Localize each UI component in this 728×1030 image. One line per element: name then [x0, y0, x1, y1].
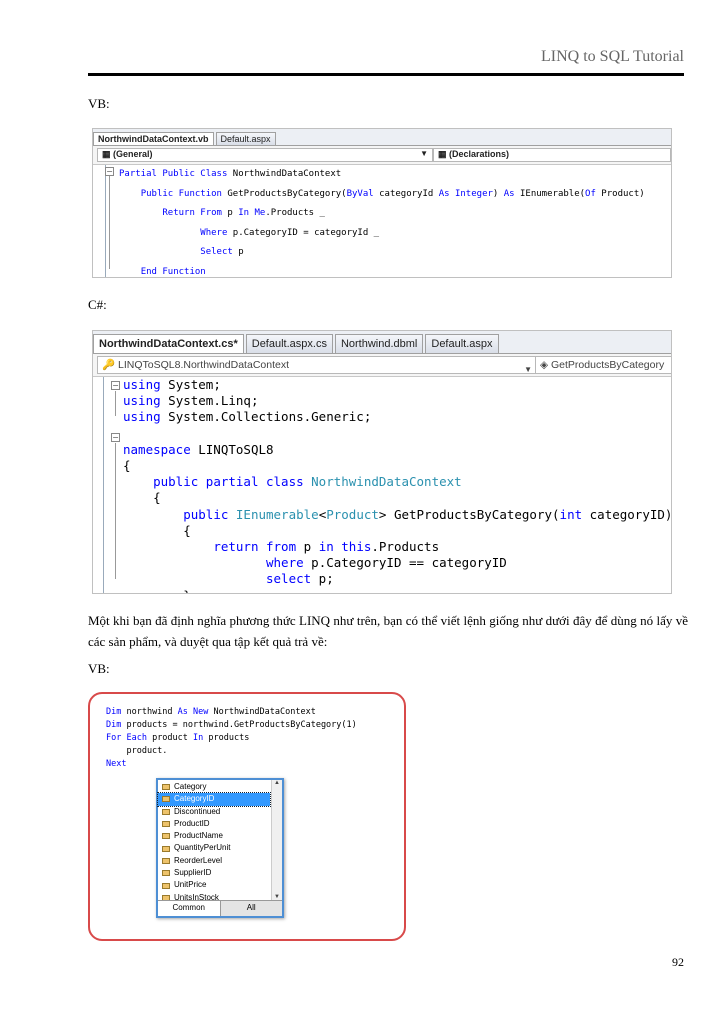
tab-default-aspx[interactable]: Default.aspx	[215, 132, 276, 145]
header-rule	[88, 73, 684, 76]
member-item[interactable]: UnitPrice	[158, 879, 270, 891]
member-item[interactable]: SupplierID	[158, 867, 270, 879]
general-combo-label: (General)	[113, 149, 153, 159]
cs-line-12: select p;	[266, 571, 334, 587]
declarations-combo-label: (Declarations)	[449, 149, 510, 159]
vb-line-4: Where p.CategoryID = categoryId _	[200, 227, 380, 238]
property-icon	[162, 870, 170, 877]
cs-collapse-using-icon[interactable]: −	[111, 381, 120, 390]
cs-line-4: namespace LINQToSQL8	[123, 441, 274, 457]
cs-line-2: using System.Linq;	[123, 393, 259, 409]
tab-common[interactable]: Common	[158, 901, 221, 916]
chevron-down-icon: ▼	[420, 149, 428, 158]
vb-line-3: Return From p In Me.Products _	[162, 208, 325, 218]
scroll-up-icon[interactable]: ▲	[272, 780, 282, 786]
general-combo[interactable]: ▦ (General) ▼	[97, 148, 433, 162]
vb2-line-5: Next	[106, 759, 127, 769]
vb-line-6: End Function	[140, 266, 206, 277]
cs-line-5: {	[123, 458, 131, 474]
vb-tab-strip: NorthwindDataContext.vb Default.aspx	[93, 129, 671, 146]
body-paragraph: Một khi bạn đã định nghĩa phương thức LI…	[88, 613, 688, 649]
vb-nav-bar: ▦ (General) ▼ ▦ (Declarations)	[93, 146, 671, 165]
popup-scrollbar[interactable]: ▲ ▼	[271, 780, 282, 900]
tab-northwinddatacontext-cs[interactable]: NorthwindDataContext.cs*	[93, 334, 244, 353]
vb-outline-line	[109, 171, 110, 269]
vb2-line-2: Dim products = northwind.GetProductsByCa…	[106, 720, 357, 730]
property-icon	[162, 845, 170, 852]
property-icon	[162, 808, 170, 815]
cs-collapse-namespace-icon[interactable]: −	[111, 433, 120, 442]
member-list: Category CategoryID Discontinued Product…	[157, 780, 271, 904]
tab-northwinddatacontext-vb[interactable]: NorthwindDataContext.vb	[93, 132, 214, 145]
vb-line-1: Partial Public Class NorthwindDataContex…	[119, 169, 342, 179]
declarations-combo-icon: ▦	[438, 149, 450, 159]
property-icon	[162, 857, 170, 864]
class-combo-icon: 🔑	[102, 359, 118, 371]
member-item[interactable]: Category	[158, 781, 270, 793]
cs-editor-screenshot: NorthwindDataContext.cs* Default.aspx.cs…	[92, 330, 672, 594]
member-item[interactable]: ReorderLevel	[158, 855, 270, 867]
property-icon	[162, 784, 170, 791]
class-combo[interactable]: 🔑 LINQToSQL8.NorthwindDataContext ▼	[97, 356, 537, 374]
cs-tab-strip: NorthwindDataContext.cs* Default.aspx.cs…	[93, 331, 671, 354]
vb-code-margin	[93, 165, 106, 277]
member-combo-label: GetProductsByCategory	[551, 359, 665, 371]
intellisense-popup: Category CategoryID Discontinued Product…	[156, 778, 284, 918]
tab-all[interactable]: All	[220, 901, 282, 916]
member-combo[interactable]: ◈ GetProductsByCategory	[535, 356, 671, 374]
class-combo-label: LINQToSQL8.NorthwindDataContext	[118, 359, 289, 371]
general-combo-icon: ▦	[102, 149, 114, 159]
member-item[interactable]: QuantityPerUnit	[158, 842, 270, 854]
vb-editor-screenshot: NorthwindDataContext.vb Default.aspx ▦ (…	[92, 128, 672, 278]
member-item[interactable]: Discontinued	[158, 806, 270, 818]
cs-line-7: {	[123, 490, 161, 506]
cs-line-9: {	[123, 522, 191, 538]
property-icon	[162, 796, 170, 803]
header-title: LINQ to SQL Tutorial	[541, 48, 684, 65]
cs-label: C#:	[88, 297, 107, 312]
vb-label-2: VB:	[88, 661, 110, 676]
vb-label: VB:	[88, 96, 110, 111]
cs-code: using System; using System.Linq; using S…	[123, 377, 672, 593]
vb-line-2: Public Function GetProductsByCategory(By…	[140, 188, 645, 199]
cs-outline-namespace	[115, 443, 116, 579]
vb-code: Partial Public Class NorthwindDataContex…	[119, 165, 645, 277]
declarations-combo[interactable]: ▦ (Declarations)	[433, 148, 671, 162]
vb-line-5: Select p	[200, 247, 244, 257]
cs-code-margin	[93, 377, 104, 593]
tab-default-aspx-cs[interactable]: Default.aspx.cs	[245, 334, 333, 353]
member-item[interactable]: ProductID	[158, 818, 270, 830]
vb-intellisense-screenshot: Dim northwind As New NorthwindDataContex…	[88, 692, 406, 941]
method-icon: ◈	[540, 359, 551, 371]
cs-line-13: }	[123, 588, 191, 593]
cs-line-8: public IEnumerable<Product> GetProductsB…	[183, 506, 672, 522]
vb2-line-4: product.	[106, 746, 168, 756]
member-item-selected[interactable]: CategoryID	[157, 792, 271, 807]
cs-line-3: using System.Collections.Generic;	[123, 409, 372, 425]
tab-default-aspx[interactable]: Default.aspx	[425, 334, 499, 353]
member-item[interactable]: ProductName	[158, 830, 270, 842]
vb-collapse-icon[interactable]: −	[105, 167, 114, 176]
cs-outline-using	[115, 391, 116, 416]
popup-tabs: Common All	[158, 900, 282, 916]
cs-line-1: using System;	[123, 377, 221, 392]
property-icon	[162, 821, 170, 828]
vb2-line-1: Dim northwind As New NorthwindDataContex…	[106, 707, 316, 717]
property-icon	[162, 833, 170, 840]
tab-northwind-dbml[interactable]: Northwind.dbml	[334, 334, 424, 353]
property-icon	[162, 882, 170, 889]
cs-line-11: where p.CategoryID == categoryID	[266, 555, 507, 571]
cs-line-6: public partial class NorthwindDataContex…	[153, 474, 462, 490]
vb2-line-3: For Each product In products	[106, 733, 250, 743]
page-number: 92	[672, 955, 684, 969]
cs-line-10: return from p in this.Products	[213, 539, 440, 555]
chevron-down-icon: ▼	[524, 365, 532, 374]
vb-intellisense-code: Dim northwind As New NorthwindDataContex…	[106, 706, 357, 771]
cs-nav-bar: 🔑 LINQToSQL8.NorthwindDataContext ▼ ◈ Ge…	[93, 354, 671, 377]
